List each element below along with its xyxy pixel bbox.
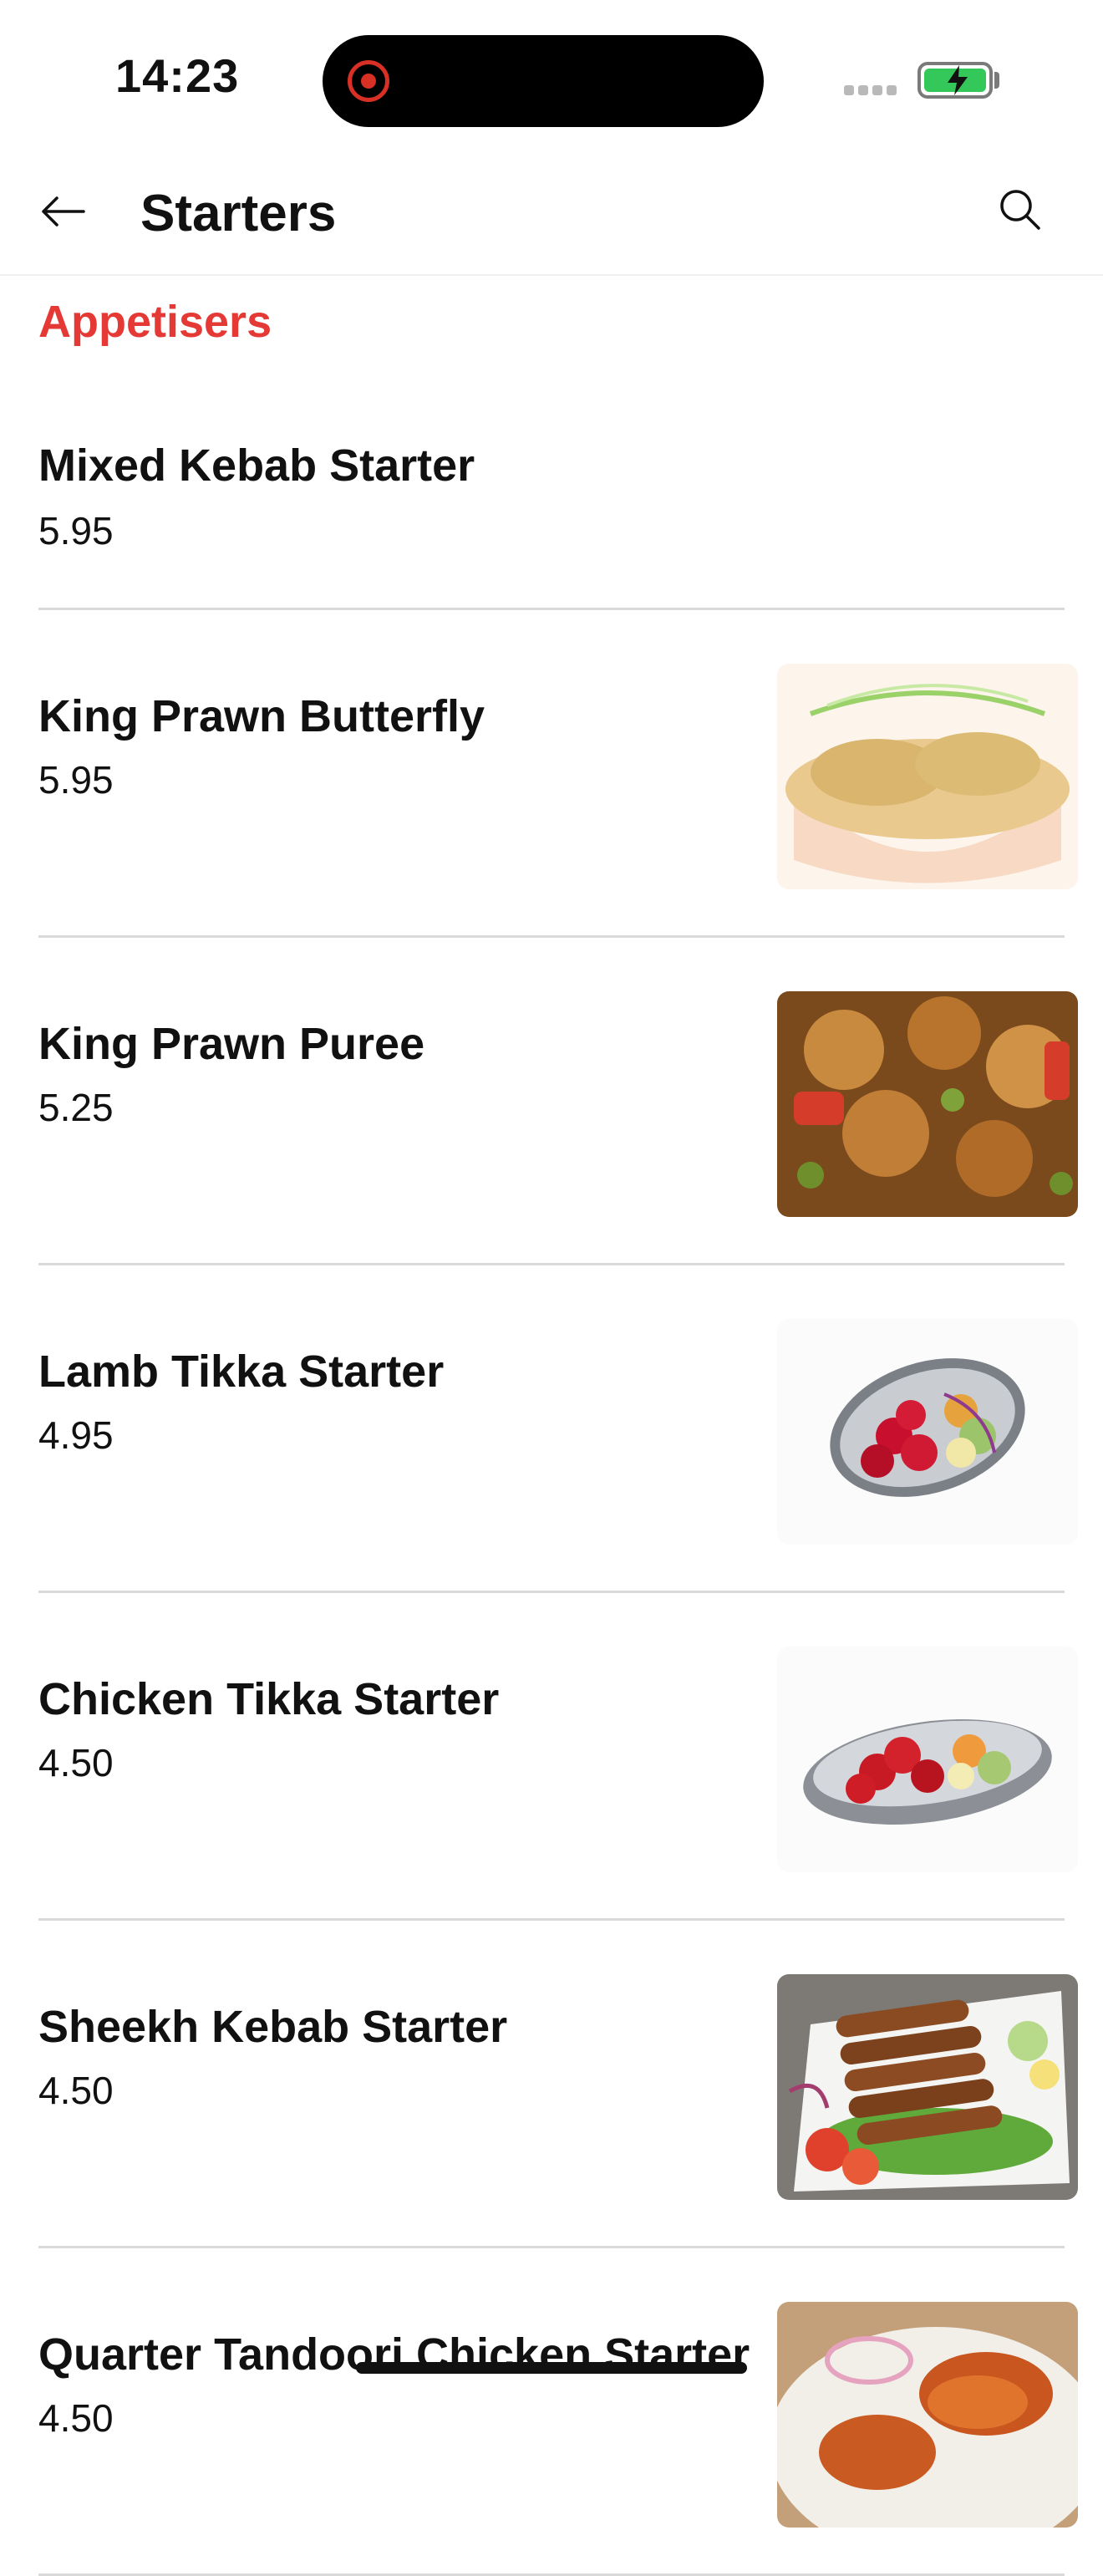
item-name: Chicken Tikka Starter [38,1674,500,1724]
item-name: Sheekh Kebab Starter [38,2002,508,2052]
back-button[interactable] [32,181,94,242]
search-icon [1000,190,1040,230]
item-photo [777,1647,1078,1872]
item-photo [777,664,1078,889]
item-price: 4.95 [38,1413,114,1457]
item-photo [777,1974,1078,2200]
item-price: 5.95 [38,509,114,552]
menu-item[interactable]: King Prawn Butterfly 5.95 [0,610,1103,938]
item-photo [777,991,1078,1217]
menu-item[interactable]: Lamb Tikka Starter 4.95 [0,1265,1103,1593]
item-price: 5.95 [38,758,114,802]
item-name: Mixed Kebab Starter [38,440,475,491]
item-photo [777,1319,1078,1545]
search-button[interactable] [989,179,1051,241]
menu-item[interactable]: Quarter Tandoori Chicken Starter 4.50 [0,2248,1103,2576]
item-price: 4.50 [38,2069,114,2112]
status-bar: 14:23 [0,0,1103,159]
charging-bolt-icon [948,65,968,95]
menu-item[interactable]: Mixed Kebab Starter 5.95 [0,359,1103,610]
menu-item[interactable]: King Prawn Puree 5.25 [0,938,1103,1265]
menu-item[interactable]: Sheekh Kebab Starter 4.50 [0,1921,1103,2248]
item-price: 5.25 [38,1086,114,1129]
section-title: Appetisers [38,297,272,347]
page-title: Starters [140,185,337,242]
signal-icon [844,85,901,95]
item-price: 4.50 [38,2396,114,2440]
arrow-left-icon [42,196,85,227]
item-name: Lamb Tikka Starter [38,1347,445,1397]
status-time: 14:23 [115,49,240,102]
home-indicator[interactable] [356,2362,747,2374]
recording-icon [348,60,389,102]
item-price: 4.50 [38,1741,114,1784]
menu-item[interactable]: Chicken Tikka Starter 4.50 [0,1593,1103,1921]
item-photo [777,2302,1078,2528]
dynamic-island [323,35,764,127]
menu-item-list: Mixed Kebab Starter 5.95 King Prawn Butt… [0,359,1103,2576]
app-header: Starters [0,159,1103,276]
item-name: King Prawn Puree [38,1019,425,1069]
item-name: King Prawn Butterfly [38,691,485,741]
